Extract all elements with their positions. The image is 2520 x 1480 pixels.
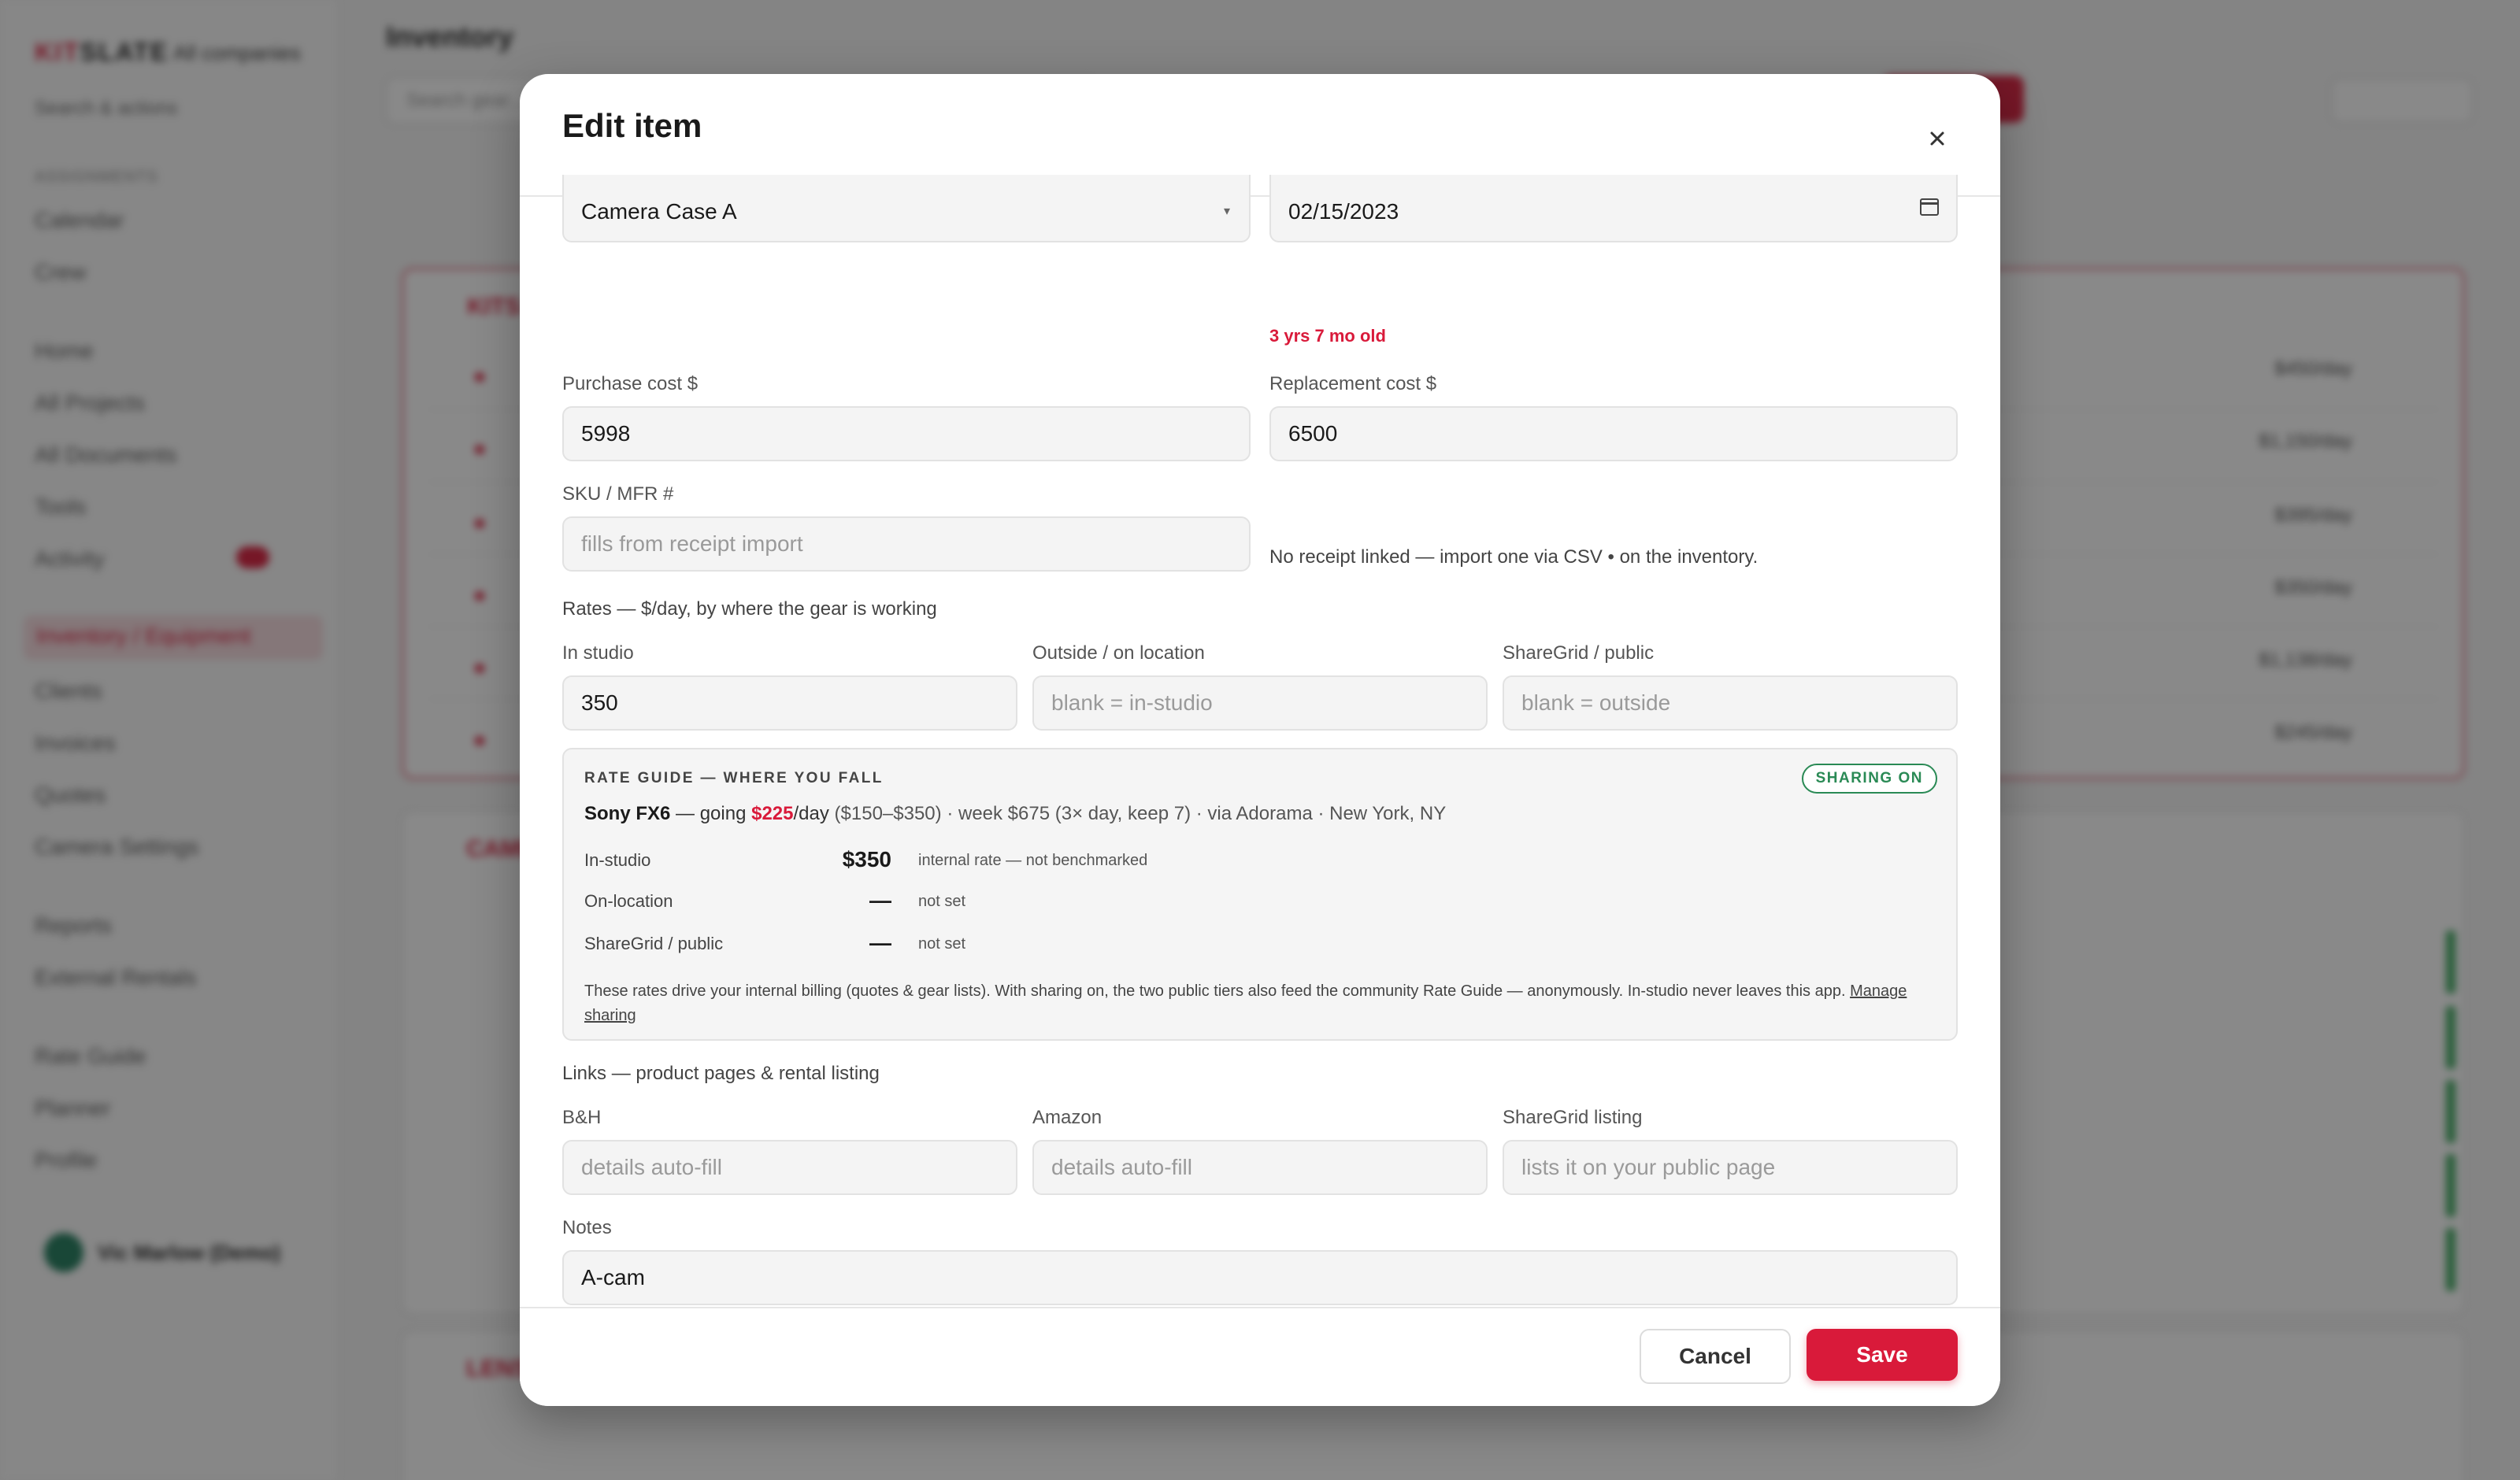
guide-row-value: — — [869, 931, 891, 955]
per-day: /day — [793, 803, 829, 824]
sku-placeholder: fills from receipt import — [581, 531, 803, 556]
save-button[interactable]: Save — [1807, 1329, 1958, 1381]
going-prefix: — going — [676, 803, 747, 824]
modal-body: Camera Case A ▾ 02/15/2023 3 yrs 7 mo ol… — [562, 175, 1958, 1378]
links-section-label: Links — product pages & rental listing — [562, 1063, 880, 1084]
outside-rate-placeholder: blank = in-studio — [1051, 690, 1213, 715]
notes-label: Notes — [562, 1217, 612, 1238]
cancel-button[interactable]: Cancel — [1640, 1329, 1791, 1384]
purchase-cost-value: 5998 — [581, 421, 631, 446]
case-value: Camera Case A — [581, 199, 737, 224]
outside-label: Outside / on location — [1032, 642, 1205, 664]
rate-guide-title: RATE GUIDE — WHERE YOU FALL — [584, 770, 884, 786]
rate-guide-footer-text: These rates drive your internal billing … — [584, 982, 1846, 1000]
modal-title: Edit item — [562, 107, 702, 144]
guide-row-label: In-studio — [584, 850, 651, 870]
rate-guide-panel: RATE GUIDE — WHERE YOU FALL SHARING ON S… — [562, 748, 1958, 1041]
purchase-cost-label: Purchase cost $ — [562, 373, 699, 394]
sharegrid-label: ShareGrid / public — [1503, 642, 1655, 664]
rate-range: ($150–$350) — [834, 803, 942, 824]
guide-row-value: — — [869, 888, 891, 912]
calendar-icon[interactable] — [1920, 198, 1939, 216]
guide-row-label: ShareGrid / public — [584, 934, 724, 953]
sku-label: SKU / MFR # — [562, 483, 674, 505]
case-select[interactable]: Camera Case A ▾ — [562, 175, 1251, 242]
edit-item-modal: Edit item Camera Case A ▾ 02/15/2023 3 y… — [520, 74, 2000, 1406]
rate-guide-summary: Sony FX6 — going $225/day ($150–$350) · … — [584, 803, 1446, 825]
replacement-cost-label: Replacement cost $ — [1269, 373, 1437, 394]
rates-section-label: Rates — $/day, by where the gear is work… — [562, 598, 937, 620]
in-studio-label: In studio — [562, 642, 634, 664]
sharegrid-rate-input[interactable]: blank = outside — [1503, 675, 1958, 731]
rate-guide-footer: These rates drive your internal billing … — [584, 979, 1939, 1028]
purchase-date-field[interactable]: 02/15/2023 — [1269, 175, 1958, 242]
modal-footer: Cancel Save — [520, 1307, 2000, 1406]
notes-input[interactable]: A-cam — [562, 1250, 1958, 1305]
amazon-placeholder: details auto-fill — [1051, 1155, 1192, 1179]
outside-rate-input[interactable]: blank = in-studio — [1032, 675, 1488, 731]
product-name: Sony FX6 — [584, 803, 671, 824]
age-warning: 3 yrs 7 mo old — [1269, 326, 1386, 346]
replacement-cost-input[interactable]: 6500 — [1269, 406, 1958, 461]
purchase-date-value: 02/15/2023 — [1288, 199, 1399, 224]
going-rate: $225 — [751, 803, 794, 824]
amazon-link-input[interactable]: details auto-fill — [1032, 1140, 1488, 1195]
sharegrid-listing-input[interactable]: lists it on your public page — [1503, 1140, 1958, 1195]
guide-row-note: not set — [918, 893, 966, 910]
amazon-label: Amazon — [1032, 1107, 1102, 1128]
bh-link-input[interactable]: details auto-fill — [562, 1140, 1017, 1195]
purchase-cost-input[interactable]: 5998 — [562, 406, 1251, 461]
guide-row-note: not set — [918, 935, 966, 953]
close-icon[interactable] — [1922, 123, 1953, 154]
guide-row-label: On-location — [584, 891, 673, 911]
bh-label: B&H — [562, 1107, 602, 1128]
receipt-note: No receipt linked — import one via CSV •… — [1269, 546, 1758, 568]
sharegrid-listing-label: ShareGrid listing — [1503, 1107, 1643, 1128]
in-studio-rate-value: 350 — [581, 690, 618, 715]
sharing-status-badge: SHARING ON — [1801, 764, 1937, 794]
sku-input[interactable]: fills from receipt import — [562, 516, 1251, 572]
in-studio-rate-input[interactable]: 350 — [562, 675, 1017, 731]
replacement-cost-value: 6500 — [1288, 421, 1338, 446]
chevron-down-icon: ▾ — [1223, 205, 1230, 218]
bh-placeholder: details auto-fill — [581, 1155, 722, 1179]
rate-detail: · week $675 (3× day, keep 7) · via Adora… — [947, 803, 1447, 824]
sharegrid-listing-placeholder: lists it on your public page — [1521, 1155, 1776, 1179]
sharegrid-rate-placeholder: blank = outside — [1521, 690, 1671, 715]
notes-value: A-cam — [581, 1265, 645, 1289]
guide-row-value: $350 — [842, 847, 891, 871]
guide-row-note: internal rate — not benchmarked — [918, 852, 1148, 869]
